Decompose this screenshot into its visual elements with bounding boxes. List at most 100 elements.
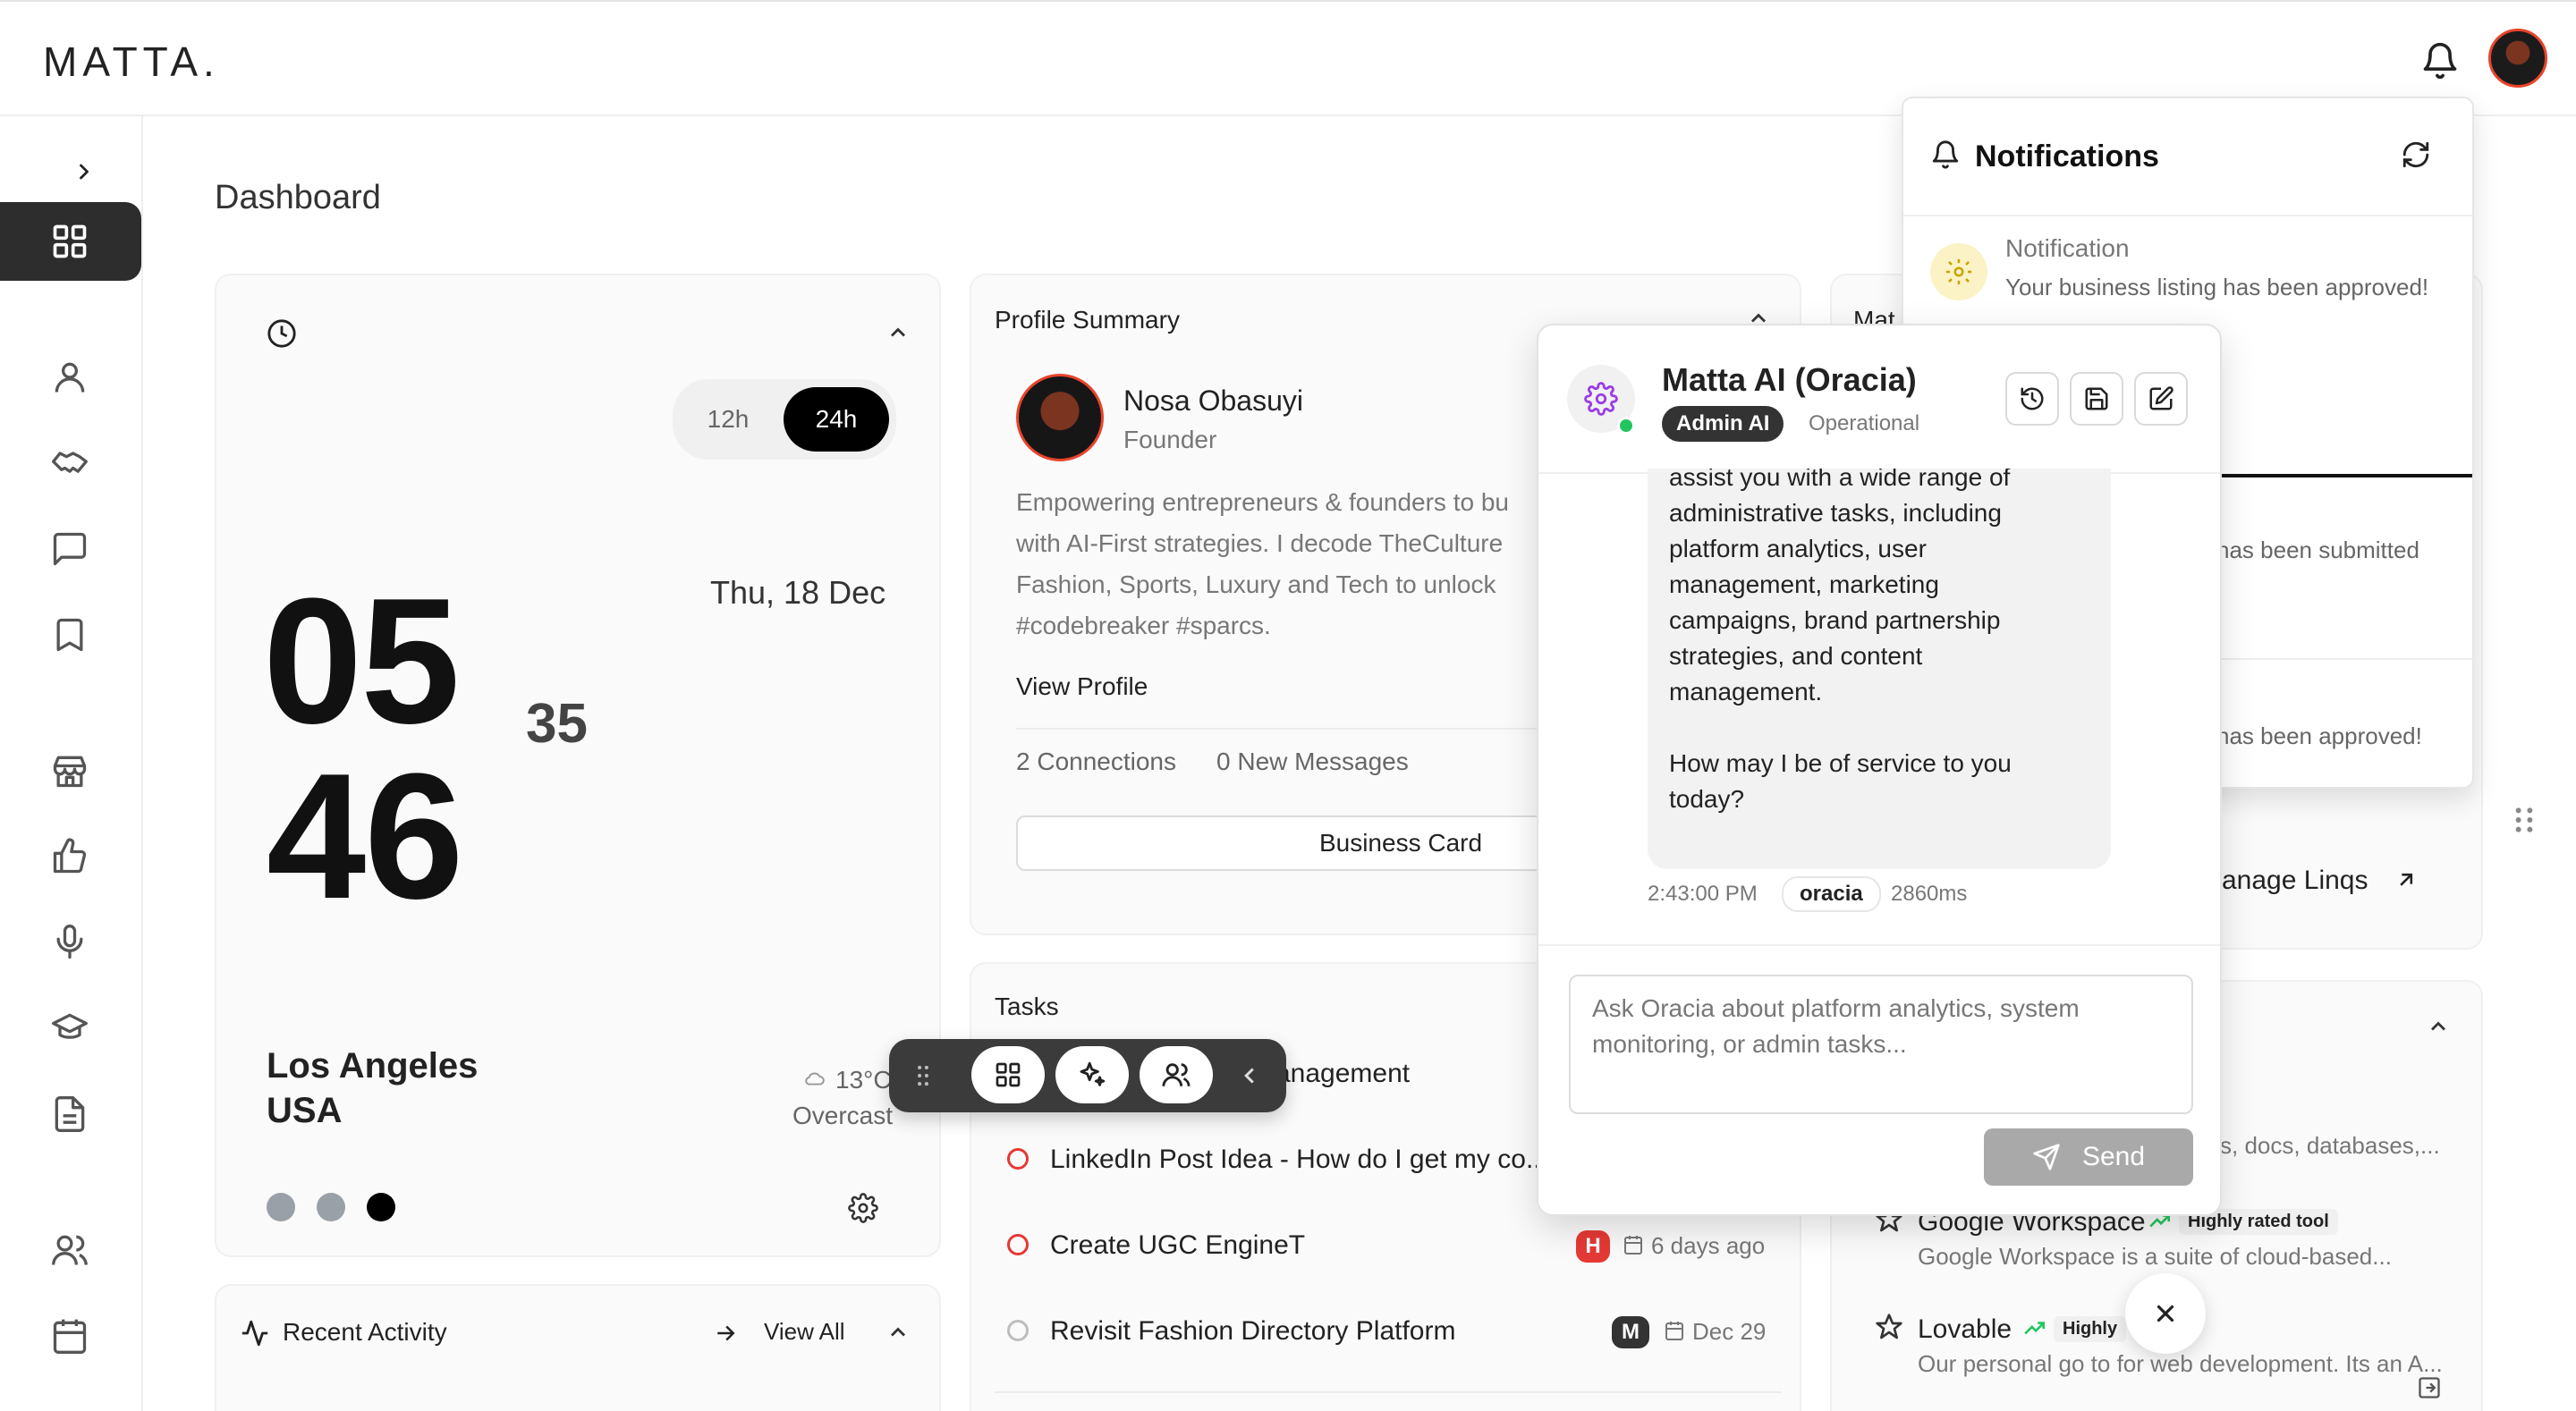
carousel-dot[interactable] [317, 1193, 345, 1221]
manage-linqs-link[interactable]: anage Linqs [2222, 866, 2368, 896]
task-title[interactable]: Create UGC EngineT [1050, 1230, 1305, 1261]
collapse-chevron-icon[interactable] [2426, 1014, 2451, 1039]
drag-handle-icon[interactable] [916, 1064, 930, 1087]
tool-description: Google Workspace is a suite of cloud-bas… [1918, 1243, 2392, 1270]
task-status-circle[interactable] [1007, 1234, 1029, 1255]
connections-count[interactable]: 2 Connections [1016, 748, 1176, 776]
bell-icon[interactable] [2420, 41, 2460, 80]
task-due-date: 6 days ago [1651, 1232, 1766, 1259]
sidebar-item-profile-icon[interactable] [50, 358, 89, 397]
task-title[interactable]: Revisit Fashion Directory Platform [1050, 1316, 1455, 1347]
collapse-panel-icon[interactable] [2417, 1375, 2442, 1400]
grid-icon [996, 1062, 1021, 1087]
time-format-toggle: 12h 24h [673, 379, 896, 460]
refresh-icon[interactable] [2401, 139, 2431, 170]
grid-icon [50, 222, 89, 261]
notification-title: Notification [2005, 234, 2130, 262]
sidebar-item-document-icon[interactable] [50, 1094, 89, 1134]
edit-icon [2149, 386, 2174, 410]
recent-activity-title: Recent Activity [283, 1318, 447, 1346]
sparkles-icon [1080, 1061, 1106, 1086]
sidebar-item-handshake-icon[interactable] [50, 444, 89, 483]
matta-logo[interactable]: MATTA. [43, 38, 220, 86]
message-line: management, marketing [1669, 570, 1939, 598]
notifications-title: Notifications [1975, 139, 2159, 173]
sidebar-item-messages-icon[interactable] [50, 529, 89, 569]
history-button[interactable] [2005, 372, 2059, 426]
clock-widget: 12h 24h 05 46 35 Thu, 18 Dec Los Angeles… [215, 274, 941, 1257]
sidebar-item-thumbs-up-icon[interactable] [50, 837, 89, 876]
message-line: today? [1669, 785, 1745, 813]
tool-description: Our personal go to for web development. … [1918, 1350, 2443, 1377]
recent-activity-card: Recent Activity View All [215, 1284, 941, 1411]
clock-minutes: 46 [267, 737, 463, 936]
oracia-chat-panel: Matta AI (Oracia) Admin AI Operational a… [1537, 324, 2222, 1216]
sidebar-item-dashboard[interactable] [0, 202, 141, 281]
gear-icon [1584, 382, 1618, 416]
arrow-right-icon [712, 1320, 739, 1347]
tool-description: s, docs, databases,... [2220, 1132, 2440, 1159]
message-line: strategies, and content [1669, 642, 1923, 670]
users-icon [1162, 1063, 1191, 1086]
view-all-link[interactable]: View All [764, 1318, 845, 1346]
assistant-message-bubble: assist you with a wide range of administ… [1648, 469, 2111, 869]
send-button[interactable]: Send [1984, 1128, 2193, 1186]
new-chat-button[interactable] [2134, 372, 2188, 426]
toolbar-dashboard-button[interactable] [971, 1046, 1045, 1103]
floating-toolbar [889, 1039, 1286, 1112]
sidebar-item-graduation-icon[interactable] [50, 1009, 89, 1048]
oracia-avatar [1567, 365, 1635, 435]
weather-condition: Overcast [792, 1102, 893, 1129]
profile-bio-line: #codebreaker #sparcs. [1016, 612, 1271, 639]
drag-handle-icon[interactable] [2512, 805, 2537, 835]
divider [1538, 944, 2220, 946]
task-title[interactable]: anagement [1275, 1059, 1410, 1089]
message-time: 2:43:00 PM [1648, 882, 1758, 906]
task-status-circle[interactable] [1007, 1320, 1029, 1341]
priority-badge-high: H [1576, 1230, 1610, 1263]
format-12h-button[interactable]: 12h [680, 387, 776, 452]
sidebar-item-microphone-icon[interactable] [50, 923, 89, 962]
carousel-dot-active[interactable] [367, 1193, 395, 1221]
message-line: assist you with a wide range of [1669, 469, 2011, 491]
star-icon[interactable] [1875, 1313, 1903, 1341]
message-sender-tag: oracia [1782, 876, 1881, 912]
settings-gear-icon[interactable] [848, 1193, 878, 1223]
sidebar-item-calendar-icon[interactable] [50, 1316, 89, 1356]
task-title[interactable]: LinkedIn Post Idea - How do I get my co.… [1050, 1145, 1548, 1175]
message-line: campaigns, brand partnership [1669, 606, 2001, 634]
sidebar-item-bookmark-icon[interactable] [50, 615, 89, 655]
clock-icon [267, 318, 297, 349]
user-avatar[interactable] [2488, 29, 2547, 88]
chat-input[interactable]: Ask Oracia about platform analytics, sys… [1569, 975, 2193, 1114]
chat-input-placeholder: Ask Oracia about platform analytics, sys… [1592, 994, 2080, 1058]
send-icon [2033, 1144, 2060, 1170]
profile-bio-line: Fashion, Sports, Luxury and Tech to unlo… [1016, 570, 1496, 598]
carousel-dot[interactable] [267, 1193, 295, 1221]
task-status-circle[interactable] [1007, 1148, 1029, 1170]
save-icon [2085, 387, 2108, 410]
sidebar-item-store-icon[interactable] [50, 751, 89, 790]
toolbar-ai-button[interactable] [1055, 1046, 1129, 1103]
view-profile-link[interactable]: View Profile [1016, 672, 1148, 701]
sidebar-expand-icon[interactable] [72, 159, 97, 184]
close-chat-button[interactable] [2125, 1273, 2206, 1354]
save-button[interactable] [2070, 372, 2123, 426]
format-24h-button[interactable]: 24h [784, 387, 889, 452]
new-messages-count[interactable]: 0 New Messages [1216, 748, 1409, 776]
weather-temperature: 13°C [835, 1066, 892, 1094]
toolbar-users-button[interactable] [1140, 1046, 1213, 1103]
collapse-chevron-icon[interactable] [886, 1320, 911, 1345]
message-latency: 2860ms [1891, 882, 1968, 906]
collapse-toolbar-icon[interactable] [1236, 1062, 1263, 1089]
external-arrow-icon[interactable] [2394, 867, 2419, 892]
task-due-date: Dec 29 [1692, 1318, 1767, 1345]
message-line: administrative tasks, including [1669, 499, 2002, 527]
sidebar-item-users-icon[interactable] [50, 1230, 89, 1270]
tool-name[interactable]: Lovable [1918, 1314, 2012, 1345]
tool-tag: Highly [2054, 1316, 2127, 1342]
page-title: Dashboard [215, 179, 381, 216]
collapse-chevron-icon[interactable] [886, 320, 911, 345]
notification-body: Your business listing has been approved! [2005, 274, 2429, 300]
gear-icon [1930, 243, 1987, 300]
